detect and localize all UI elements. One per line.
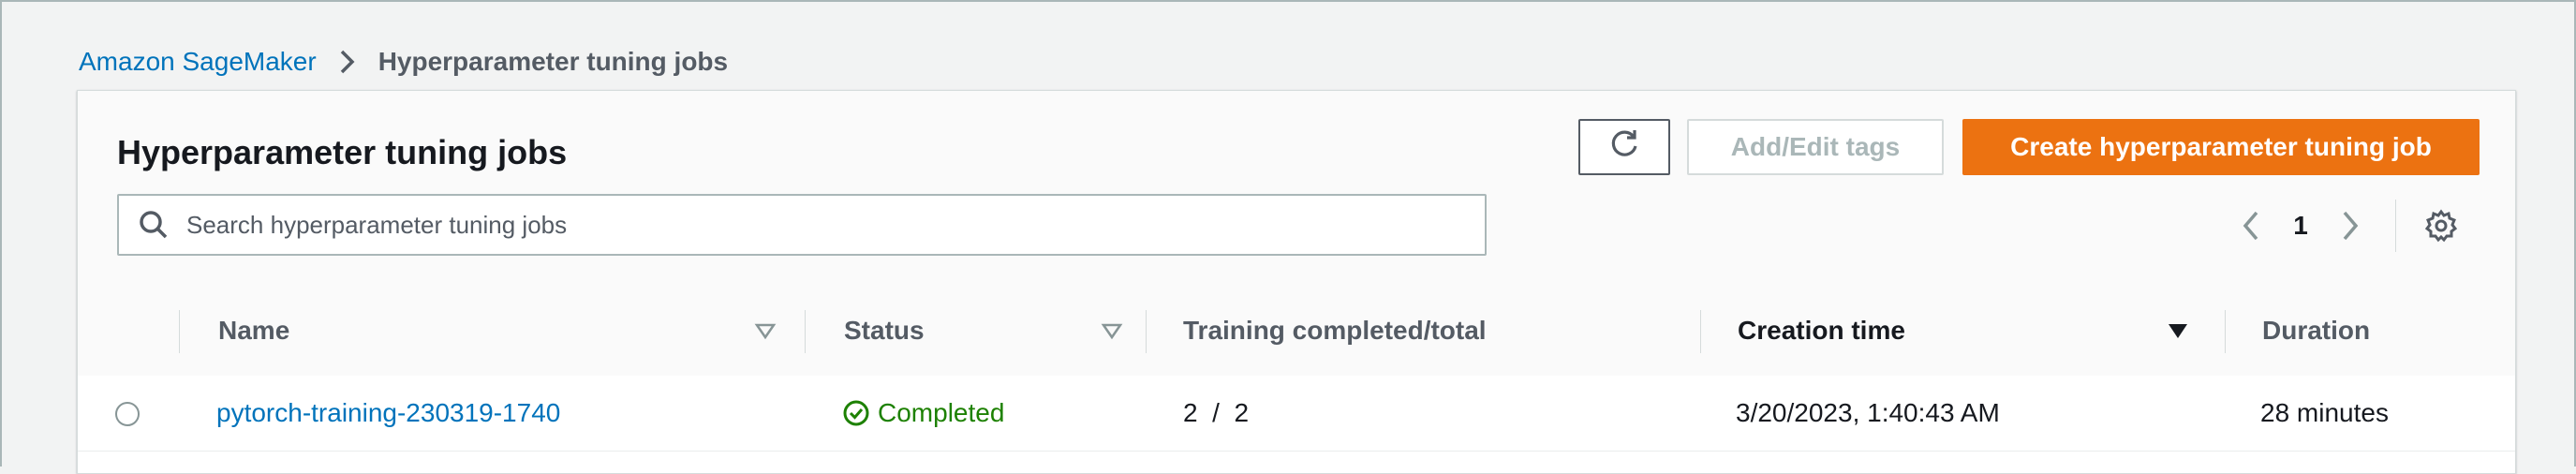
pagination-divider (2395, 200, 2396, 252)
column-header-duration[interactable]: Duration (2262, 286, 2370, 376)
add-edit-tags-button[interactable]: Add/Edit tags (1687, 119, 1944, 175)
search-icon (138, 209, 170, 241)
column-header-name[interactable]: Name (218, 286, 289, 376)
breadcrumb-current: Hyperparameter tuning jobs (378, 47, 729, 76)
page-title: Hyperparameter tuning jobs (117, 133, 568, 171)
creation-time: 3/20/2023, 1:40:43 AM (1736, 398, 2000, 427)
sort-caret-down-filled-icon[interactable] (2167, 319, 2189, 342)
check-circle-icon (843, 400, 869, 426)
previous-page-button[interactable] (2232, 207, 2270, 244)
current-page-number[interactable]: 1 (2270, 211, 2332, 241)
sort-caret-down-icon[interactable] (754, 319, 777, 342)
search-input[interactable] (185, 209, 1462, 241)
search-field[interactable] (117, 194, 1487, 256)
next-page-button[interactable] (2332, 207, 2369, 244)
status-text: Completed (878, 398, 1005, 427)
duration: 28 minutes (2260, 398, 2389, 427)
column-header-status[interactable]: Status (844, 286, 925, 376)
column-separator (805, 310, 806, 353)
column-separator (1700, 310, 1701, 353)
tuning-jobs-panel: Hyperparameter tuning jobs Add/Edit tags… (77, 90, 2516, 474)
breadcrumb: Amazon SageMaker Hyperparameter tuning j… (79, 43, 728, 81)
column-separator (2225, 310, 2226, 353)
panel-header: Hyperparameter tuning jobs Add/Edit tags… (78, 91, 2515, 287)
pagination: 1 (2232, 200, 2460, 252)
sort-caret-down-icon[interactable] (1101, 319, 1123, 342)
row-select-radio[interactable] (115, 402, 140, 426)
column-header-training[interactable]: Training completed/total (1183, 286, 1487, 376)
column-separator (1146, 310, 1147, 353)
table-row[interactable]: pytorch-training-230319-1740 Completed 2… (78, 376, 2515, 452)
job-name-link[interactable]: pytorch-training-230319-1740 (216, 398, 560, 428)
table-header: Name Status Training completed/total Cre… (78, 286, 2515, 377)
refresh-icon (1607, 127, 1641, 168)
column-header-creation-time[interactable]: Creation time (1738, 286, 1905, 376)
refresh-button[interactable] (1578, 119, 1670, 175)
chevron-right-icon (333, 48, 362, 76)
status-badge: Completed (842, 398, 1004, 428)
breadcrumb-link-sagemaker[interactable]: Amazon SageMaker (79, 43, 317, 81)
training-completed-total: 2 / 2 (1183, 398, 1250, 427)
settings-gear-icon[interactable] (2422, 207, 2460, 244)
column-separator (179, 310, 180, 353)
create-tuning-job-button[interactable]: Create hyperparameter tuning job (1962, 119, 2480, 175)
